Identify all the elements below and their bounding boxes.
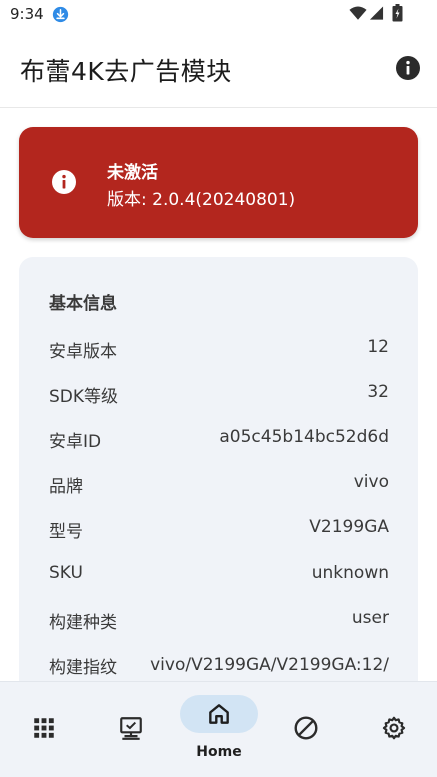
app-bar: 布蕾4K去广告模块 xyxy=(0,30,437,108)
info-label: 安卓版本 xyxy=(49,342,117,362)
nav-item-home[interactable] xyxy=(175,682,262,777)
monitor-icon xyxy=(120,717,142,740)
info-row-brand: 品牌 vivo xyxy=(49,472,389,498)
info-row-android-version: 安卓版本 12 xyxy=(49,337,389,363)
info-row-sku: SKU unknown xyxy=(49,563,389,589)
info-value: a05c45b14bc52d6d xyxy=(219,427,389,447)
info-label: 构建指纹 xyxy=(49,658,117,678)
info-value: unknown xyxy=(311,563,389,583)
info-value: 32 xyxy=(367,382,389,402)
info-value: user xyxy=(351,608,389,628)
signal-icon xyxy=(369,6,384,20)
app-title: 布蕾4K去广告模块 xyxy=(20,57,232,86)
info-label: 型号 xyxy=(49,522,83,542)
version-text: 版本: 2.0.4(20240801) xyxy=(107,190,296,210)
battery-charging-icon xyxy=(392,4,403,22)
nav-item-monitor[interactable] xyxy=(87,682,174,777)
info-label: 构建种类 xyxy=(49,613,117,633)
block-icon xyxy=(294,716,318,740)
nav-item-apps[interactable] xyxy=(0,682,87,777)
activation-status-title: 未激活 xyxy=(107,163,158,183)
info-row-android-id: 安卓ID a05c45b14bc52d6d xyxy=(49,427,389,453)
build-fingerprint-value: vivo/V2199GA/V2199GA:12/ xyxy=(150,655,389,675)
settings-gear-icon xyxy=(382,716,406,740)
info-label: 安卓ID xyxy=(49,432,102,452)
info-row-sdk-level: SDK等级 32 xyxy=(49,382,389,408)
info-label: 品牌 xyxy=(49,477,83,497)
screen: 9:34 布蕾4K去广告模块 未激活 版本: 2.0.4(20240801) 基… xyxy=(0,0,437,777)
info-row-model: 型号 V2199GA xyxy=(49,517,389,543)
status-time: 9:34 xyxy=(10,5,44,23)
bottom-navigation: Home xyxy=(0,681,437,777)
apps-grid-icon xyxy=(34,718,54,738)
info-label: SKU xyxy=(49,563,83,583)
nav-home-label: Home xyxy=(196,744,242,760)
info-value: V2199GA xyxy=(309,517,389,537)
info-row-build-type: 构建种类 user xyxy=(49,608,389,634)
nav-item-settings[interactable] xyxy=(350,682,437,777)
basic-info-title: 基本信息 xyxy=(49,294,117,314)
wifi-icon xyxy=(349,6,367,20)
info-icon xyxy=(52,170,76,194)
home-icon xyxy=(209,704,229,724)
info-icon[interactable] xyxy=(395,55,421,81)
nav-item-block[interactable] xyxy=(262,682,349,777)
info-label: SDK等级 xyxy=(49,387,119,407)
activation-status-card: 未激活 版本: 2.0.4(20240801) xyxy=(19,127,418,238)
status-bar: 9:34 xyxy=(0,0,437,30)
info-value: 12 xyxy=(367,337,389,357)
download-notification-icon xyxy=(52,6,69,23)
info-value: vivo xyxy=(353,472,389,492)
